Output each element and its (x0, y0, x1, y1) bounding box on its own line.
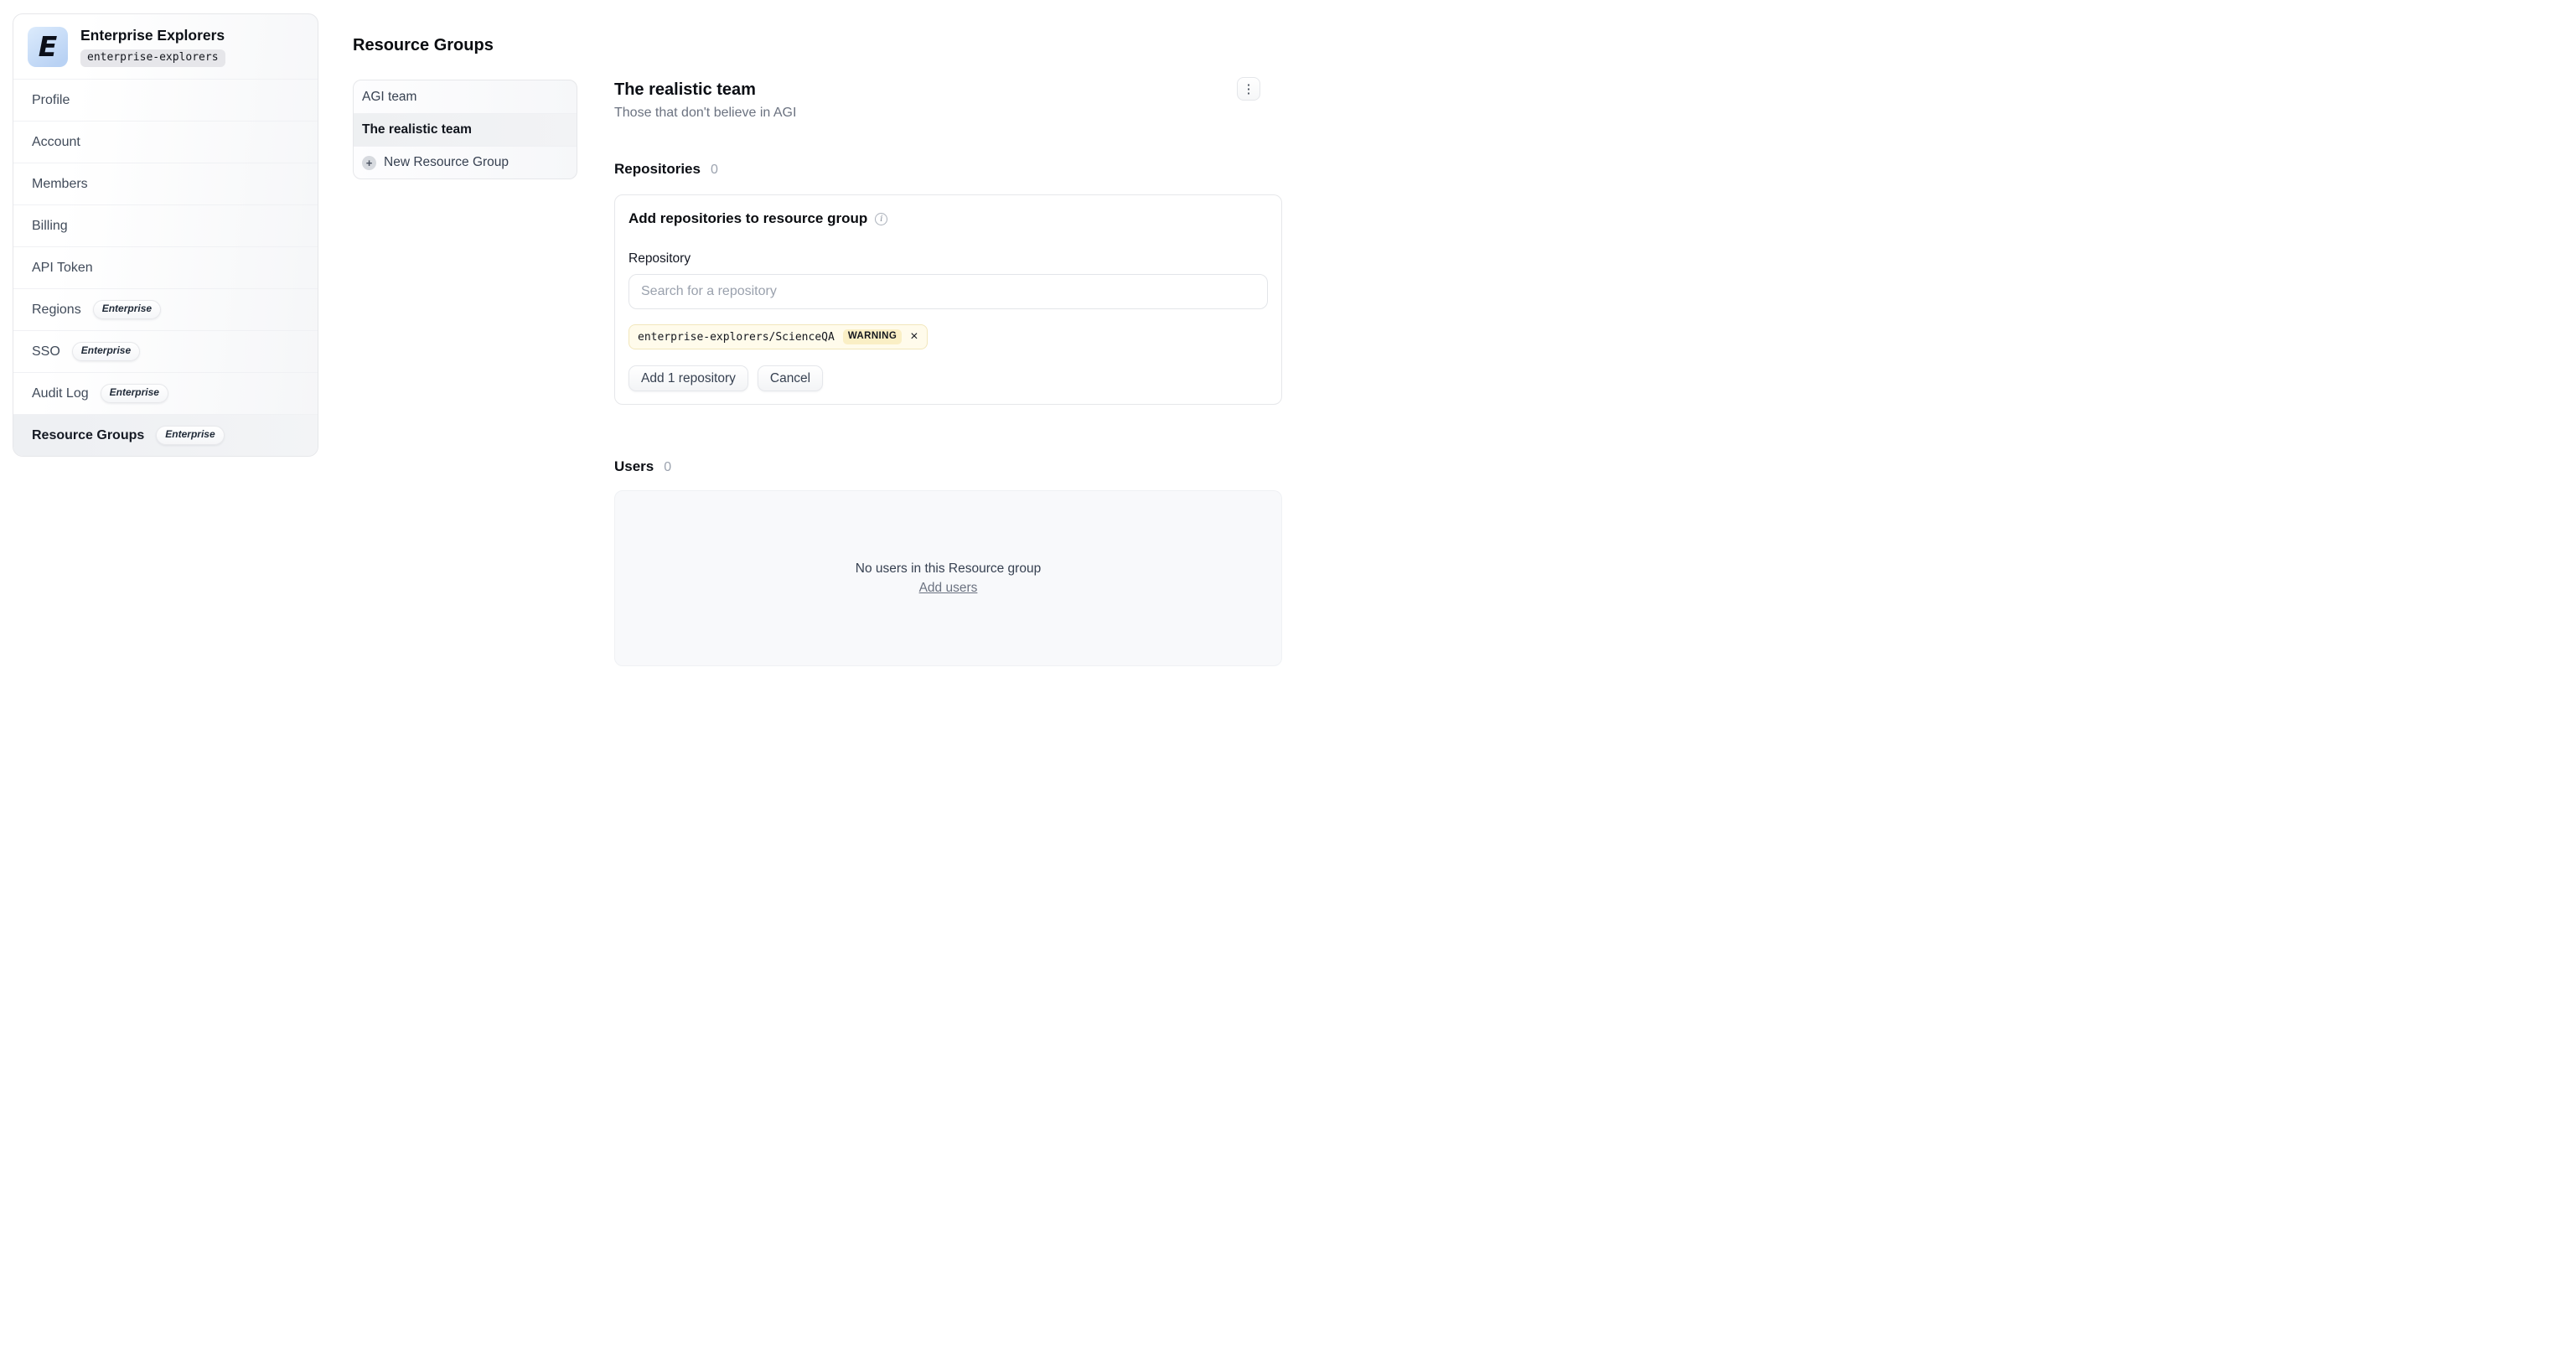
enterprise-badge: Enterprise (100, 384, 168, 404)
group-title: The realistic team (614, 80, 756, 99)
cancel-button[interactable]: Cancel (757, 365, 824, 391)
users-empty-text: No users in this Resource group (855, 561, 1042, 576)
users-heading-label: Users (614, 458, 654, 474)
users-count: 0 (664, 460, 672, 474)
repositories-heading-label: Repositories (614, 161, 701, 177)
sidebar-item-label: Members (32, 176, 88, 191)
repositories-count: 0 (710, 163, 718, 177)
repository-search-input[interactable] (628, 274, 1268, 309)
info-icon[interactable]: i (875, 212, 888, 225)
org-slug-badge[interactable]: enterprise-explorers (80, 49, 225, 68)
enterprise-badge: Enterprise (156, 426, 225, 446)
repositories-section-heading: Repositories 0 (614, 161, 718, 178)
resource-group-item-realistic-team[interactable]: The realistic team (354, 113, 577, 146)
plus-icon: + (362, 155, 376, 170)
remove-repository-icon[interactable]: × (910, 330, 918, 344)
group-subtitle: Those that don't believe in AGI (614, 106, 797, 120)
selected-repository-tag: enterprise-explorers/ScienceQA WARNING × (628, 324, 928, 349)
sidebar-item-resource-groups[interactable]: Resource Groups Enterprise (13, 414, 318, 457)
add-users-link[interactable]: Add users (919, 581, 978, 596)
sidebar-item-members[interactable]: Members (13, 163, 318, 204)
org-avatar[interactable]: E (28, 27, 68, 68)
sidebar-nav: Profile Account Members Billing API Toke… (13, 79, 318, 457)
page-title: Resource Groups (353, 36, 494, 54)
sidebar-item-account[interactable]: Account (13, 121, 318, 163)
users-section-heading: Users 0 (614, 458, 671, 475)
sidebar-item-label: Account (32, 134, 80, 149)
sidebar-item-api-token[interactable]: API Token (13, 246, 318, 288)
sidebar-item-regions[interactable]: Regions Enterprise (13, 288, 318, 330)
sidebar-item-label: Resource Groups (32, 427, 145, 442)
resource-group-label: AGI team (362, 89, 417, 104)
sidebar-item-billing[interactable]: Billing (13, 204, 318, 246)
enterprise-badge: Enterprise (71, 342, 141, 362)
kebab-icon: ⋮ (1242, 81, 1255, 96)
users-empty-state: No users in this Resource group Add user… (614, 490, 1282, 666)
settings-page: E Enterprise Explorers enterprise-explor… (0, 0, 1288, 686)
org-settings-sidebar: E Enterprise Explorers enterprise-explor… (13, 13, 318, 458)
add-repository-button[interactable]: Add 1 repository (628, 365, 748, 391)
sidebar-item-profile[interactable]: Profile (13, 79, 318, 121)
add-repositories-panel: Add repositories to resource group i Rep… (614, 194, 1282, 405)
sidebar-item-label: Billing (32, 218, 68, 233)
resource-group-item-agi-team[interactable]: AGI team (354, 80, 577, 113)
selected-repository-name: enterprise-explorers/ScienceQA (638, 330, 835, 344)
sidebar-item-label: Audit Log (32, 385, 89, 401)
sidebar-item-sso[interactable]: SSO Enterprise (13, 330, 318, 372)
sidebar-item-label: Profile (32, 92, 70, 107)
org-header: E Enterprise Explorers enterprise-explor… (13, 14, 318, 79)
org-meta: Enterprise Explorers enterprise-explorer… (80, 27, 225, 68)
repository-field-label: Repository (628, 251, 691, 266)
sidebar-item-label: SSO (32, 344, 60, 359)
group-options-button[interactable]: ⋮ (1237, 77, 1260, 101)
add-panel-title: Add repositories to resource group (628, 210, 868, 226)
org-name[interactable]: Enterprise Explorers (80, 27, 225, 44)
sidebar-item-label: Regions (32, 302, 81, 317)
resource-group-label: The realistic team (362, 122, 472, 137)
sidebar-item-audit-log[interactable]: Audit Log Enterprise (13, 372, 318, 414)
sidebar-item-label: API Token (32, 260, 93, 275)
resource-group-list: AGI team The realistic team + New Resour… (353, 80, 577, 179)
org-logo-letter: E (38, 29, 58, 63)
new-resource-group-button[interactable]: + New Resource Group (354, 146, 577, 178)
enterprise-badge: Enterprise (92, 300, 162, 320)
new-resource-group-label: New Resource Group (384, 155, 510, 169)
warning-badge: WARNING (842, 329, 903, 345)
